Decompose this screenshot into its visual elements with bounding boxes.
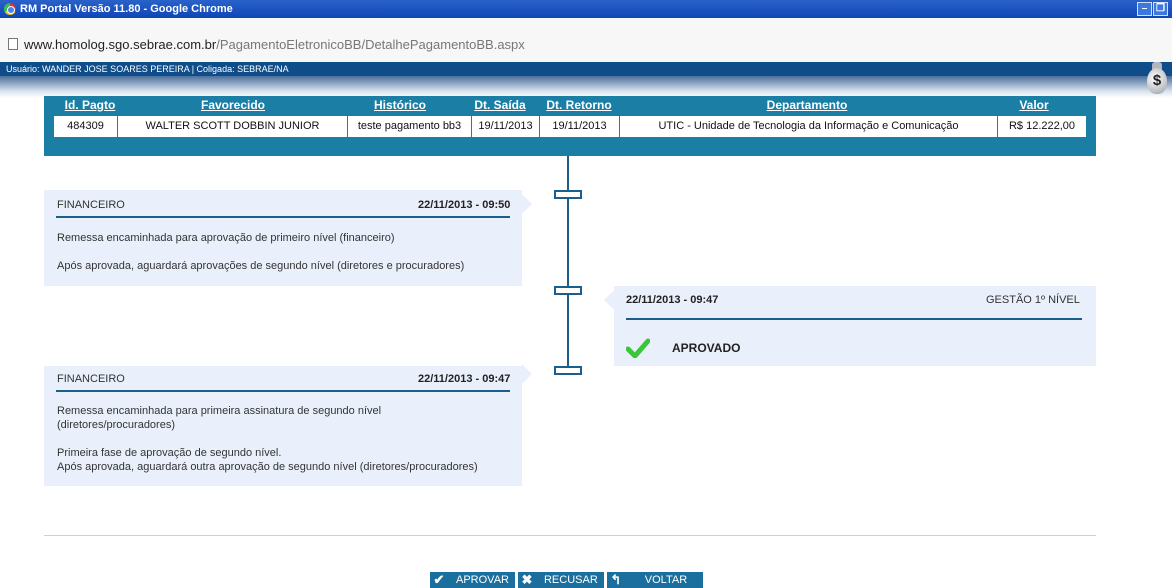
cell-departamento: UTIC - Unidade de Tecnologia da Informaç… — [620, 116, 998, 137]
card-line: Primeira fase de aprovação de segundo ní… — [57, 447, 282, 459]
card-line: Remessa encaminhada para primeira assina… — [57, 405, 382, 417]
cell-id: 484309 — [54, 116, 118, 137]
money-bag-icon[interactable]: $ — [1146, 60, 1168, 96]
approve-label: APROVAR — [456, 574, 509, 586]
chrome-icon — [4, 3, 16, 15]
payment-grid: Id. Pagto Favorecido Histórico Dt. Saída… — [44, 96, 1096, 156]
card-datetime: 22/11/2013 - 09:47 — [626, 294, 719, 306]
timeline-card-financeiro-2: FINANCEIRO 22/11/2013 - 09:47 Remessa en… — [44, 366, 522, 486]
card-datetime: 22/11/2013 - 09:47 — [418, 373, 511, 385]
page-icon — [8, 38, 18, 50]
window-title: RM Portal Versão 11.80 - Google Chrome — [20, 3, 233, 15]
card-line: Após aprovada, aguardará outra aprovação… — [57, 461, 478, 473]
footer-separator — [44, 535, 1096, 536]
timeline-node — [554, 366, 582, 375]
cell-favorecido: WALTER SCOTT DOBBIN JUNIOR — [118, 116, 348, 137]
card-datetime: 22/11/2013 - 09:50 — [418, 199, 511, 211]
timeline-card-financeiro-1: FINANCEIRO 22/11/2013 - 09:50 Remessa en… — [44, 190, 522, 286]
timeline-node — [554, 286, 582, 295]
card-divider — [56, 216, 510, 218]
user-info-bar: Usuário: WANDER JOSE SOARES PEREIRA | Co… — [0, 62, 1172, 76]
address-bar[interactable]: www.homolog.sgo.sebrae.com.br/PagamentoE… — [0, 18, 1172, 62]
check-icon — [626, 338, 650, 358]
cell-dt-retorno: 19/11/2013 — [540, 116, 620, 137]
timeline-line — [567, 156, 569, 370]
dollar-sign: $ — [1152, 72, 1162, 89]
back-arrow-icon: ↰ — [610, 572, 622, 587]
url-text[interactable]: www.homolog.sgo.sebrae.com.br/PagamentoE… — [24, 37, 525, 52]
card-divider — [626, 318, 1082, 320]
url-path: /PagamentoEletronicoBB/DetalhePagamentoB… — [216, 37, 525, 52]
restore-button[interactable]: ❐ — [1153, 2, 1168, 16]
approve-button[interactable]: ✔ APROVAR — [430, 572, 515, 588]
header-gradient — [0, 76, 1172, 98]
col-header-favorecido[interactable]: Favorecido — [118, 96, 348, 114]
url-host: www.homolog.sgo.sebrae.com.br — [24, 37, 217, 52]
timeline-card-gestao: 22/11/2013 - 09:47 GESTÃO 1º NÍVEL APROV… — [614, 286, 1096, 366]
col-header-id[interactable]: Id. Pagto — [54, 96, 126, 114]
card-divider — [56, 390, 510, 392]
card-pointer — [522, 194, 532, 214]
card-title: FINANCEIRO — [57, 373, 125, 385]
action-bar: ✔ APROVAR ✖ RECUSAR ↰ VOLTAR — [430, 572, 704, 588]
reject-button[interactable]: ✖ RECUSAR — [517, 572, 604, 588]
window-controls: – ❐ — [1137, 2, 1168, 16]
timeline-node — [554, 190, 582, 199]
col-header-historico[interactable]: Histórico — [338, 96, 462, 114]
checkmark-icon: ✔ — [433, 572, 445, 587]
reject-label: RECUSAR — [543, 574, 598, 586]
back-button[interactable]: ↰ VOLTAR — [606, 572, 704, 588]
cell-valor: R$ 12.222,00 — [1008, 120, 1076, 132]
cell-historico: teste pagamento bb3 — [348, 116, 472, 137]
col-header-valor[interactable]: Valor — [992, 96, 1076, 114]
approval-status: APROVADO — [672, 341, 741, 355]
back-label: VOLTAR — [644, 574, 688, 586]
cell-dt-saida: 19/11/2013 — [472, 116, 540, 137]
col-header-dt-saida[interactable]: Dt. Saída — [464, 96, 536, 114]
table-row[interactable]: 484309 WALTER SCOTT DOBBIN JUNIOR teste … — [54, 116, 1086, 137]
card-line: Remessa encaminhada para aprovação de pr… — [57, 232, 395, 244]
col-header-dt-retorno[interactable]: Dt. Retorno — [536, 96, 622, 114]
card-pointer — [522, 364, 532, 384]
x-icon: ✖ — [521, 572, 533, 587]
window-titlebar: RM Portal Versão 11.80 - Google Chrome –… — [0, 0, 1172, 18]
card-title: FINANCEIRO — [57, 199, 125, 211]
minimize-button[interactable]: – — [1137, 2, 1152, 16]
card-pointer — [604, 290, 614, 310]
card-line: (diretores/procuradores) — [57, 419, 175, 431]
card-line: Após aprovada, aguardará aprovações de s… — [57, 260, 465, 272]
col-header-departamento[interactable]: Departamento — [622, 96, 992, 114]
card-title: GESTÃO 1º NÍVEL — [986, 294, 1080, 306]
